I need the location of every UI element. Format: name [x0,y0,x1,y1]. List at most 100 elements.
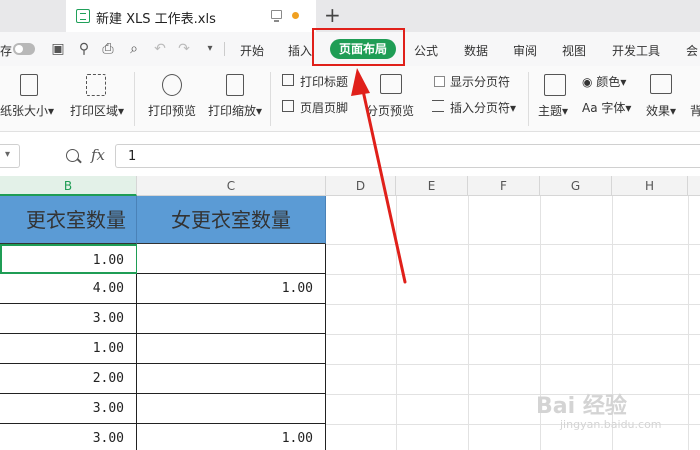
menu-member[interactable]: 会 [686,42,698,59]
page-break-preview-icon [380,74,402,94]
print-area-label: 打印区域 [70,104,119,118]
column-header-b[interactable]: B [0,176,137,196]
ribbon-separator [528,72,529,126]
background-button[interactable]: 背 [690,102,700,119]
column-header-f[interactable]: F [468,176,540,196]
paper-size-label: 纸张大小 [0,104,49,118]
print-titles-icon [282,74,294,86]
colors-button[interactable]: ◉ 颜色▾ [582,73,626,90]
gridline [326,244,700,245]
print-preview-icon[interactable]: ⌕ [126,41,142,57]
monitor-icon[interactable] [271,10,282,22]
column-header-g[interactable]: G [540,176,612,196]
fonts-label: 字体 [601,101,626,115]
colors-label: 颜色 [596,75,621,89]
gridline [326,394,700,395]
table-cell[interactable] [137,364,326,394]
theme-button[interactable]: 主题▾ [538,102,568,119]
fonts-button[interactable]: Aa 字体▾ [582,99,631,116]
table-cell[interactable]: 1.00 [137,424,326,450]
fx-icon[interactable]: fx [91,146,105,164]
menu-review[interactable]: 审阅 [513,42,537,59]
ribbon-separator [134,72,135,126]
gridline [396,196,397,450]
save-icon[interactable]: ▣ [50,41,66,57]
gridline [326,304,700,305]
gridline [326,364,700,365]
insert-page-break-button[interactable]: 插入分页符▾ [450,99,516,116]
autosave-label: 存 [0,44,13,58]
show-page-breaks-label: 显示分页符 [450,75,511,89]
spreadsheet-file-icon [76,9,90,23]
print-icon[interactable]: ⎙ [100,41,116,57]
watermark-logo: Bai 经验 [536,394,627,419]
print-scale-label: 打印缩放 [208,104,257,118]
header-footer-button[interactable]: 页眉页脚 [300,99,348,116]
paper-size-icon [20,74,38,96]
table-cell[interactable]: 4.00 [0,274,137,304]
print-preview-large-icon [162,74,182,96]
table-cell[interactable] [137,304,326,334]
table-cell[interactable]: 1.00 [0,334,137,364]
document-tab[interactable]: 新建 XLS 工作表.xls [66,0,316,32]
menu-home[interactable]: 开始 [240,42,264,59]
theme-label: 主题 [538,104,563,118]
header-cell-b[interactable]: 更衣室数量 [0,196,137,244]
active-cell[interactable]: 1.00 [0,244,138,274]
paper-size-button[interactable]: 纸张大小▾ [0,102,54,119]
unsaved-dot-icon [292,12,299,19]
header-footer-icon [282,100,294,112]
menu-view[interactable]: 视图 [562,42,586,59]
gridline [326,274,700,275]
formula-input[interactable]: 1 [115,144,700,168]
show-page-breaks-checkbox[interactable] [434,76,445,87]
column-headers: B C D E F G H [0,176,700,196]
effects-button[interactable]: 效果▾ [646,102,676,119]
gridline [326,334,700,335]
watermark-url: jingyan.baidu.com [560,418,662,431]
print-area-icon [86,74,106,96]
column-header-e[interactable]: E [396,176,468,196]
document-tab-title: 新建 XLS 工作表.xls [96,12,216,27]
undo-icon[interactable]: ↶ [152,41,168,57]
table-cell[interactable] [137,334,326,364]
column-header-h[interactable]: H [612,176,688,196]
redo-icon[interactable]: ↷ [176,41,192,57]
print-preview-button[interactable]: 打印预览 [148,102,196,119]
column-header-c[interactable]: C [137,176,326,196]
chevron-down-icon: ▾ [5,149,11,160]
insert-page-break-label: 插入分页符 [450,101,511,115]
table-cell[interactable]: 3.00 [0,424,137,450]
name-box[interactable]: ▾ [0,144,20,168]
ribbon-separator [270,72,271,126]
effects-icon [650,74,672,94]
theme-icon [544,74,566,96]
new-tab-button[interactable]: + [324,3,341,27]
print-scale-button[interactable]: 打印缩放▾ [208,102,262,119]
chevron-down-icon[interactable]: ▾ [202,41,218,57]
table-cell[interactable] [137,394,326,424]
annotation-highlight-box [312,28,405,66]
menu-insert[interactable]: 插入 [288,42,312,59]
formula-value: 1 [128,149,137,164]
table-cell[interactable]: 2.00 [0,364,137,394]
zoom-icon[interactable] [66,149,79,162]
print-titles-button[interactable]: 打印标题 [300,73,348,90]
table-cell[interactable]: 3.00 [0,394,137,424]
gridline [468,196,469,450]
header-cell-c[interactable]: 女更衣室数量 [137,196,326,244]
table-cell[interactable] [137,244,326,274]
menu-data[interactable]: 数据 [464,42,488,59]
ribbon-toolbar: 纸张大小▾ 打印区域▾ 打印预览 打印缩放▾ 打印标题 页眉页脚 分页预览 显示… [0,66,700,132]
print-area-button[interactable]: 打印区域▾ [70,102,124,119]
page-break-preview-button[interactable]: 分页预览 [366,102,414,119]
autosave-toggle[interactable] [13,43,35,55]
menu-separator [224,42,225,56]
menu-formulas[interactable]: 公式 [414,42,438,59]
format-painter-icon[interactable]: ⚲ [76,41,92,57]
formula-bar: ▾ fx 1 [0,140,700,172]
table-cell[interactable]: 3.00 [0,304,137,334]
menu-developer[interactable]: 开发工具 [612,42,660,59]
column-header-d[interactable]: D [326,176,396,196]
table-cell[interactable]: 1.00 [137,274,326,304]
